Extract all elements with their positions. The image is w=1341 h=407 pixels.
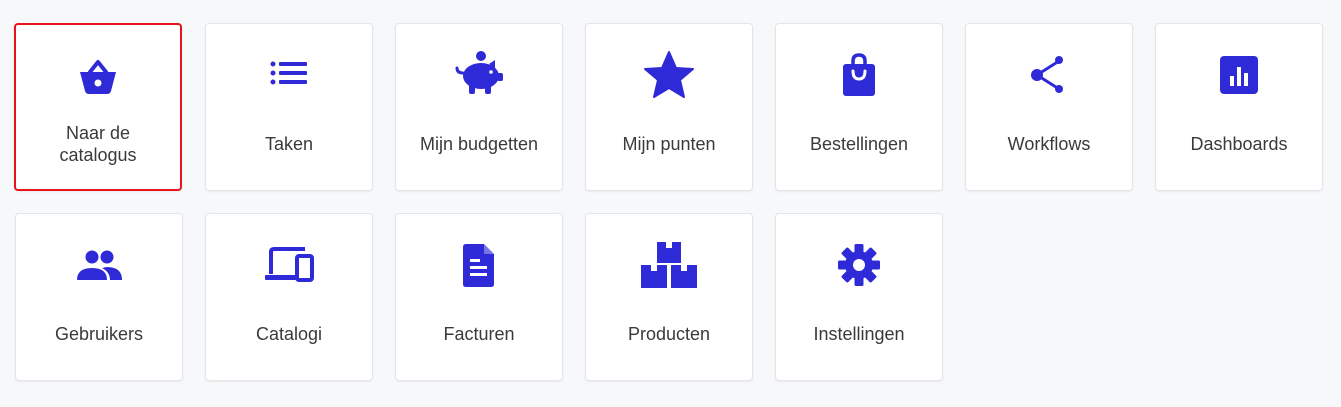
boxes-icon xyxy=(641,238,697,294)
tile-label: Workflows xyxy=(1007,134,1091,154)
star-icon xyxy=(641,48,697,104)
tile-workflows[interactable]: Workflows xyxy=(965,23,1133,191)
users-icon xyxy=(71,238,127,294)
tile-label: Mijn punten xyxy=(622,134,716,154)
tile-instellingen[interactable]: Instellingen xyxy=(775,213,943,381)
tile-label: Producten xyxy=(627,324,711,344)
tile-label: Bestellingen xyxy=(809,134,909,154)
tile-label: Taken xyxy=(264,134,314,154)
bar-chart-icon xyxy=(1211,48,1267,104)
tile-label: Naar de catalogus xyxy=(59,123,137,165)
tile-dashboards[interactable]: Dashboards xyxy=(1155,23,1323,191)
list-icon xyxy=(261,48,317,104)
tile-bestellingen[interactable]: Bestellingen xyxy=(775,23,943,191)
tile-label: Dashboards xyxy=(1190,134,1288,154)
piggy-bank-icon xyxy=(451,48,507,104)
basket-icon xyxy=(70,48,126,104)
tile-naar-de-catalogus[interactable]: Naar de catalogus xyxy=(14,23,182,191)
tile-mijn-punten[interactable]: Mijn punten xyxy=(585,23,753,191)
tile-label: Gebruikers xyxy=(54,324,144,344)
document-icon xyxy=(451,238,507,294)
tile-label: Mijn budgetten xyxy=(419,134,539,154)
tile-mijn-budgetten[interactable]: Mijn budgetten xyxy=(395,23,563,191)
devices-icon xyxy=(261,238,317,294)
tile-catalogi[interactable]: Catalogi xyxy=(205,213,373,381)
tile-taken[interactable]: Taken xyxy=(205,23,373,191)
tile-label: Facturen xyxy=(443,324,515,344)
tile-label: Instellingen xyxy=(813,324,905,344)
tile-producten[interactable]: Producten xyxy=(585,213,753,381)
gear-icon xyxy=(831,238,887,294)
share-nodes-icon xyxy=(1021,48,1077,104)
shopping-bag-icon xyxy=(831,48,887,104)
tile-facturen[interactable]: Facturen xyxy=(395,213,563,381)
tile-label: Catalogi xyxy=(255,324,323,344)
tile-gebruikers[interactable]: Gebruikers xyxy=(15,213,183,381)
